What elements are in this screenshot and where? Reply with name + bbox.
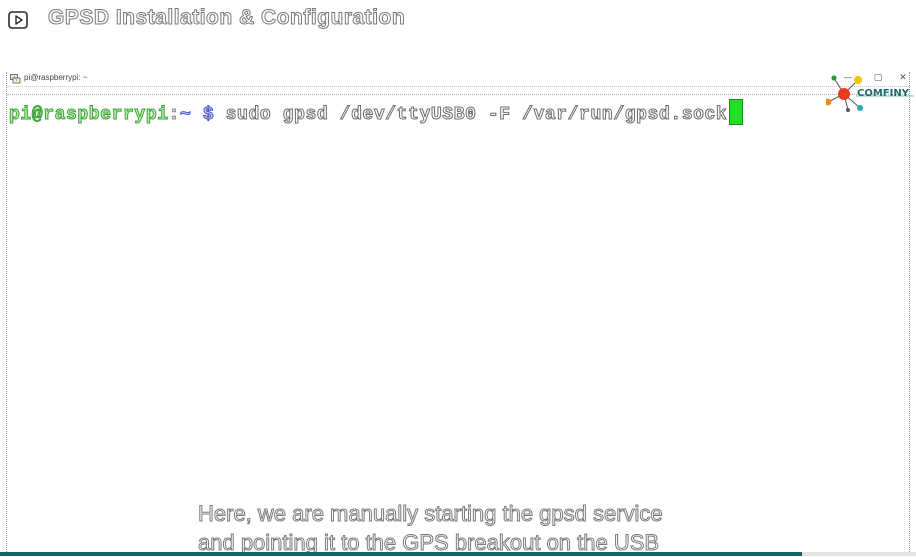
- putty-icon: [10, 74, 21, 84]
- video-progress-fill: [0, 552, 802, 556]
- play-icon[interactable]: [8, 11, 28, 29]
- prompt-user: pi@raspberrypi: [9, 105, 169, 126]
- terminal-content[interactable]: pi@raspberrypi:~ $ sudo gpsd /dev/ttyUSB…: [7, 94, 909, 535]
- brand-logo-text: COMFINY: [857, 88, 909, 99]
- command-line: pi@raspberrypi:~ $ sudo gpsd /dev/ttyUSB…: [9, 99, 744, 126]
- terminal-titlebar[interactable]: pi@raspberrypi: ~ — ▢ ✕: [7, 72, 909, 87]
- video-title: GPSD Installation & Configuration: [47, 6, 406, 30]
- subtitle-line: Here, we are manually starting the gpsd …: [198, 501, 664, 527]
- command-text: sudo gpsd /dev/ttyUSB0 -F /var/run/gpsd.…: [225, 105, 728, 126]
- prompt-symbol: $: [202, 105, 215, 126]
- terminal-window[interactable]: pi@raspberrypi: ~ — ▢ ✕ pi@raspberrypi:~…: [6, 72, 910, 556]
- terminal-cursor: [729, 99, 744, 125]
- prompt-path: ~: [180, 105, 192, 126]
- video-header: GPSD Installation & Configuration: [0, 0, 916, 44]
- subtitle-caption: Here, we are manually starting the gpsd …: [198, 499, 818, 557]
- prompt-separator: :: [168, 105, 181, 126]
- video-progress-bar[interactable]: [0, 552, 916, 556]
- terminal-window-title: pi@raspberrypi: ~: [24, 73, 88, 82]
